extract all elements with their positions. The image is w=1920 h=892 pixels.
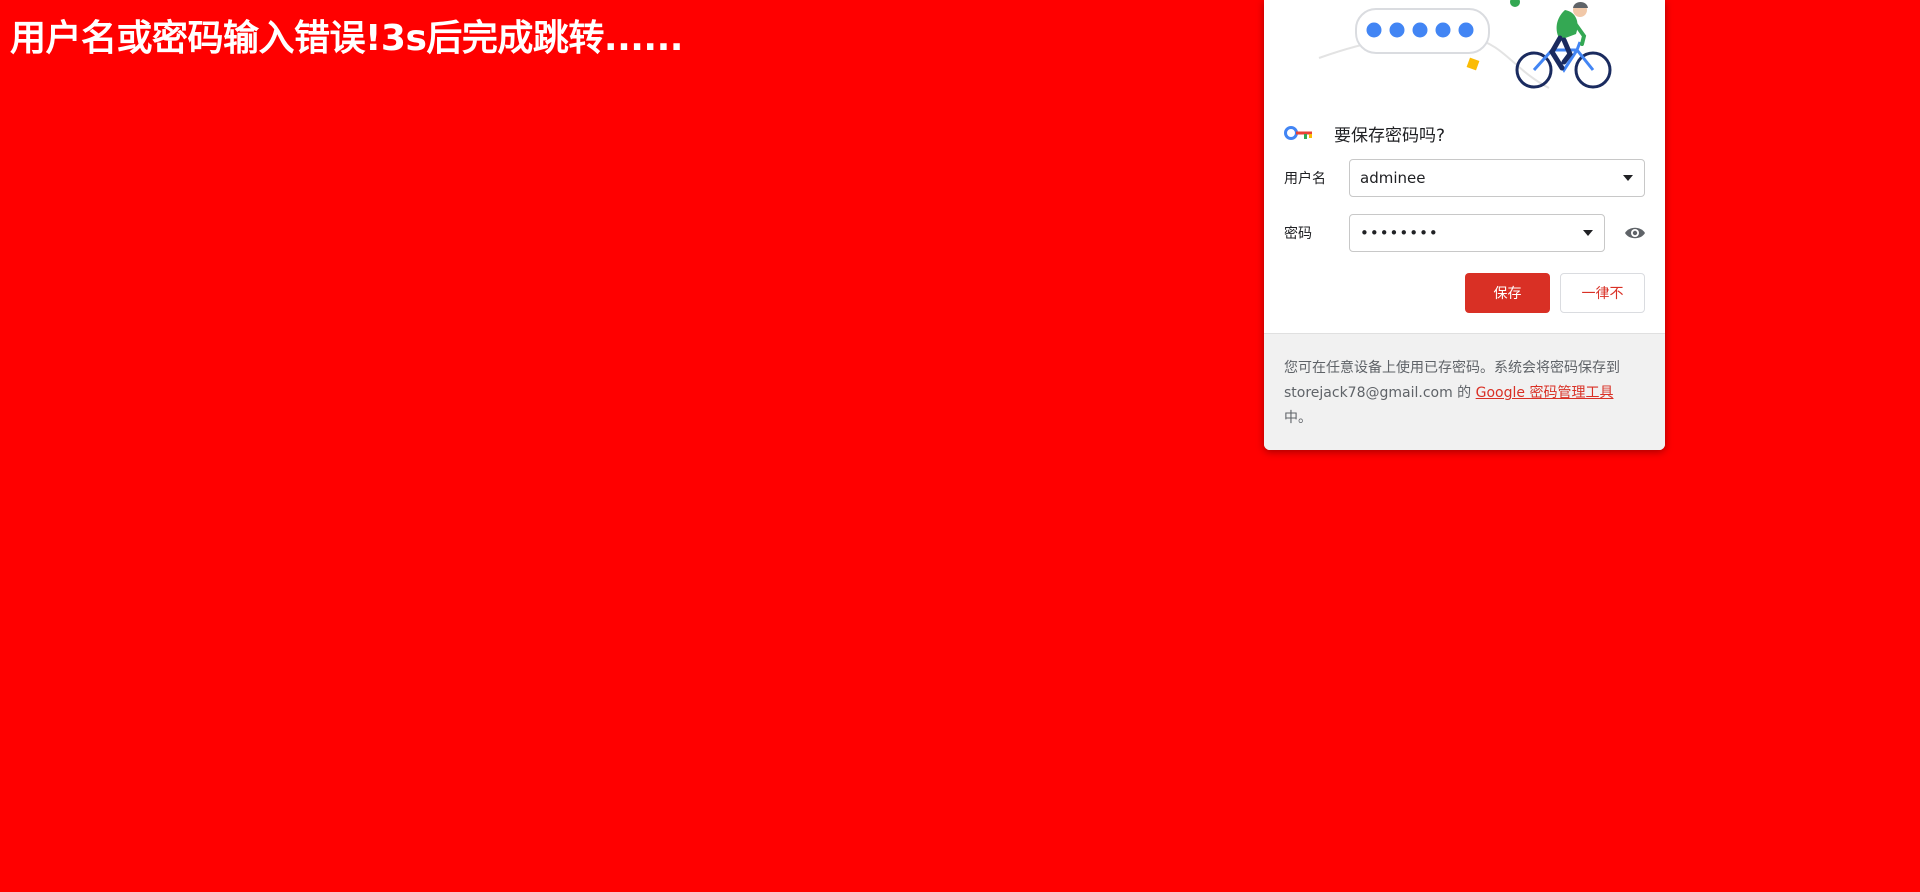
bubble-footer: 您可在任意设备上使用已存密码。系统会将密码保存到 storejack78@gma… [1264,333,1665,450]
bubble-title: 要保存密码吗? [1334,125,1446,146]
password-value: •••••••• [1360,224,1439,242]
bubble-header: 要保存密码吗? [1284,120,1445,146]
caret-down-icon[interactable] [1582,229,1594,237]
save-button[interactable]: 保存 [1465,273,1550,313]
key-icon [1284,126,1312,140]
password-select[interactable]: •••••••• [1349,214,1605,252]
error-message: 用户名或密码输入错误!3s后完成跳转...... [10,18,683,59]
username-select[interactable]: adminee [1349,159,1645,197]
never-button[interactable]: 一律不 [1560,273,1645,313]
cyclist-illustration [1318,0,1612,89]
password-label: 密码 [1284,226,1312,242]
username-label: 用户名 [1284,171,1326,187]
password-manager-link[interactable]: Google 密码管理工具 [1476,385,1614,401]
password-row: 密码 •••••••• [1284,213,1646,253]
caret-down-icon[interactable] [1622,174,1634,182]
username-value: adminee [1360,169,1426,187]
bubble-actions: 保存 一律不 [1465,273,1645,313]
username-row: 用户名 adminee [1284,158,1645,198]
save-password-bubble: 要保存密码吗? 用户名 adminee 密码 •••••••• 保存 一律不 您… [1264,0,1665,450]
eye-icon[interactable] [1624,226,1646,240]
footer-text-end: 中。 [1284,410,1312,426]
